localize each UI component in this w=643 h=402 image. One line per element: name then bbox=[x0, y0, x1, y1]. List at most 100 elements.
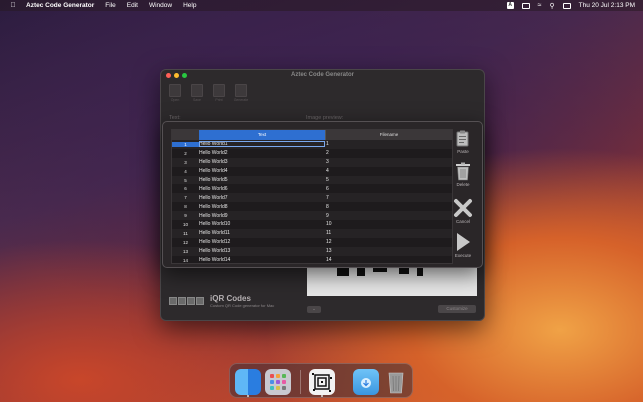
column-header-filename[interactable]: Filename bbox=[325, 130, 452, 140]
menu-edit[interactable]: Edit bbox=[127, 2, 138, 9]
table-row[interactable]: 10 Hello World10 10 bbox=[172, 220, 452, 229]
open-icon bbox=[169, 84, 181, 97]
cell-text[interactable]: Hello World5 bbox=[199, 177, 325, 183]
toolbar-print-button[interactable]: Print bbox=[211, 84, 227, 102]
cell-filename[interactable]: 10 bbox=[325, 221, 452, 227]
finder-icon[interactable] bbox=[235, 369, 261, 395]
cell-text[interactable]: Hello World13 bbox=[199, 248, 325, 254]
cell-filename[interactable]: 3 bbox=[325, 159, 452, 165]
row-number: 6 bbox=[184, 186, 187, 192]
table-row[interactable]: 6 Hello World6 6 bbox=[172, 184, 452, 193]
downloads-folder-icon[interactable] bbox=[353, 369, 379, 395]
menu-window[interactable]: Window bbox=[149, 2, 172, 9]
table-row[interactable]: 4 Hello World4 4 bbox=[172, 167, 452, 176]
cell-text[interactable]: Hello World3 bbox=[199, 159, 325, 165]
cell-text[interactable]: Hello World10 bbox=[199, 221, 325, 227]
table-row[interactable]: 9 Hello World9 9 bbox=[172, 211, 452, 221]
delete-button[interactable]: Delete bbox=[450, 162, 476, 187]
qr-thumbnails-icon bbox=[169, 297, 204, 305]
promo-subtitle: Custom QR Code generator for Mac bbox=[210, 303, 275, 308]
aztec-code-generator-icon[interactable] bbox=[309, 369, 335, 395]
cell-filename[interactable]: 14 bbox=[325, 257, 452, 263]
cancel-button[interactable]: Cancel bbox=[450, 198, 476, 224]
play-icon bbox=[457, 233, 470, 251]
input-source-icon[interactable]: A bbox=[506, 2, 514, 9]
title-bar: Aztec Code Generator bbox=[161, 70, 484, 82]
menu-bar:  Aztec Code Generator File Edit Window … bbox=[0, 0, 643, 11]
cell-filename[interactable]: 11 bbox=[325, 230, 452, 236]
paste-button[interactable]: Paste bbox=[450, 130, 476, 154]
cell-text[interactable]: Hello World4 bbox=[199, 168, 325, 174]
customize-button[interactable]: Customize bbox=[438, 305, 476, 313]
row-number: 8 bbox=[184, 204, 187, 210]
clock[interactable]: Thu 20 Jul 2:13 PM bbox=[579, 2, 635, 9]
paste-icon bbox=[456, 130, 469, 147]
row-number: 14 bbox=[182, 257, 188, 263]
toolbar: Open Save Print Generate bbox=[167, 84, 249, 102]
format-dropdown[interactable]: ⌄ bbox=[307, 306, 321, 313]
spotlight-search-icon[interactable]: ⚲ bbox=[549, 2, 554, 10]
toolbar-open-button[interactable]: Open bbox=[167, 84, 183, 102]
cell-text[interactable]: Hello World6 bbox=[199, 186, 325, 192]
row-number: 9 bbox=[184, 213, 187, 219]
aztec-running-indicator bbox=[321, 395, 323, 397]
print-icon bbox=[213, 84, 225, 97]
table-row[interactable]: 7 Hello World7 7 bbox=[172, 193, 452, 203]
battery-icon[interactable] bbox=[521, 2, 530, 9]
toolbar-save-button[interactable]: Save bbox=[189, 84, 205, 102]
cell-text[interactable]: Hello World1 bbox=[199, 141, 325, 148]
cell-filename[interactable]: 7 bbox=[325, 195, 452, 201]
dock-separator bbox=[300, 370, 301, 394]
table-row[interactable]: 11 Hello World11 11 bbox=[172, 228, 452, 238]
row-number: 2 bbox=[184, 150, 187, 156]
table-header: Text Filename bbox=[172, 130, 452, 140]
toolbar-generate-button[interactable]: Generate bbox=[233, 84, 249, 102]
cell-text[interactable]: Hello World14 bbox=[199, 257, 325, 263]
batch-sheet: Text Filename 1 Hello World1 1 2 Hello World… bbox=[162, 121, 483, 268]
cell-filename[interactable]: 13 bbox=[325, 248, 452, 254]
cell-filename[interactable]: 5 bbox=[325, 177, 452, 183]
cell-text[interactable]: Hello World8 bbox=[199, 204, 325, 210]
wifi-icon[interactable]: ≈ bbox=[538, 2, 542, 9]
menu-file[interactable]: File bbox=[105, 2, 115, 9]
window-title: Aztec Code Generator bbox=[290, 72, 354, 78]
finder-running-indicator bbox=[247, 395, 249, 397]
cell-filename[interactable]: 8 bbox=[325, 204, 452, 210]
table-row[interactable]: 3 Hello World3 3 bbox=[172, 157, 452, 167]
generate-icon bbox=[235, 84, 247, 97]
dock bbox=[229, 363, 413, 398]
save-icon bbox=[191, 84, 203, 97]
cell-filename[interactable]: 12 bbox=[325, 239, 452, 245]
table-row[interactable]: 13 Hello World13 13 bbox=[172, 246, 452, 256]
row-number: 12 bbox=[182, 239, 188, 245]
trash-icon[interactable] bbox=[383, 369, 409, 395]
table-row[interactable]: 12 Hello World12 12 bbox=[172, 238, 452, 247]
table-row[interactable]: 8 Hello World8 8 bbox=[172, 202, 452, 211]
cell-text[interactable]: Hello World12 bbox=[199, 239, 325, 245]
launchpad-icon[interactable] bbox=[265, 369, 291, 395]
cell-filename[interactable]: 1 bbox=[325, 141, 452, 147]
cell-filename[interactable]: 2 bbox=[325, 150, 452, 156]
table-row[interactable]: 14 Hello World14 14 bbox=[172, 256, 452, 263]
cell-filename[interactable]: 4 bbox=[325, 168, 452, 174]
cell-text[interactable]: Hello World7 bbox=[199, 195, 325, 201]
cell-text[interactable]: Hello World11 bbox=[199, 230, 325, 236]
cell-text[interactable]: Hello World2 bbox=[199, 150, 325, 156]
apple-menu-icon[interactable]:  bbox=[9, 2, 17, 9]
trash-icon bbox=[456, 162, 470, 181]
column-header-text[interactable]: Text bbox=[199, 130, 325, 140]
table-row[interactable]: 1 Hello World1 1 bbox=[172, 140, 452, 149]
execute-button[interactable]: Execute bbox=[450, 232, 476, 258]
cell-filename[interactable]: 6 bbox=[325, 186, 452, 192]
batch-table[interactable]: Text Filename 1 Hello World1 1 2 Hello World… bbox=[171, 129, 453, 264]
control-center-icon[interactable] bbox=[562, 2, 571, 9]
row-number: 1 bbox=[172, 141, 199, 147]
row-number: 4 bbox=[184, 168, 187, 174]
cell-filename[interactable]: 9 bbox=[325, 213, 452, 219]
table-row[interactable]: 5 Hello World5 5 bbox=[172, 175, 452, 185]
cell-text[interactable]: Hello World9 bbox=[199, 213, 325, 219]
table-row[interactable]: 2 Hello World2 2 bbox=[172, 149, 452, 158]
app-menu[interactable]: Aztec Code Generator bbox=[26, 2, 94, 9]
menu-help[interactable]: Help bbox=[183, 2, 196, 9]
iqr-codes-promo[interactable]: iQR Codes Custom QR Code generator for M… bbox=[169, 291, 304, 311]
